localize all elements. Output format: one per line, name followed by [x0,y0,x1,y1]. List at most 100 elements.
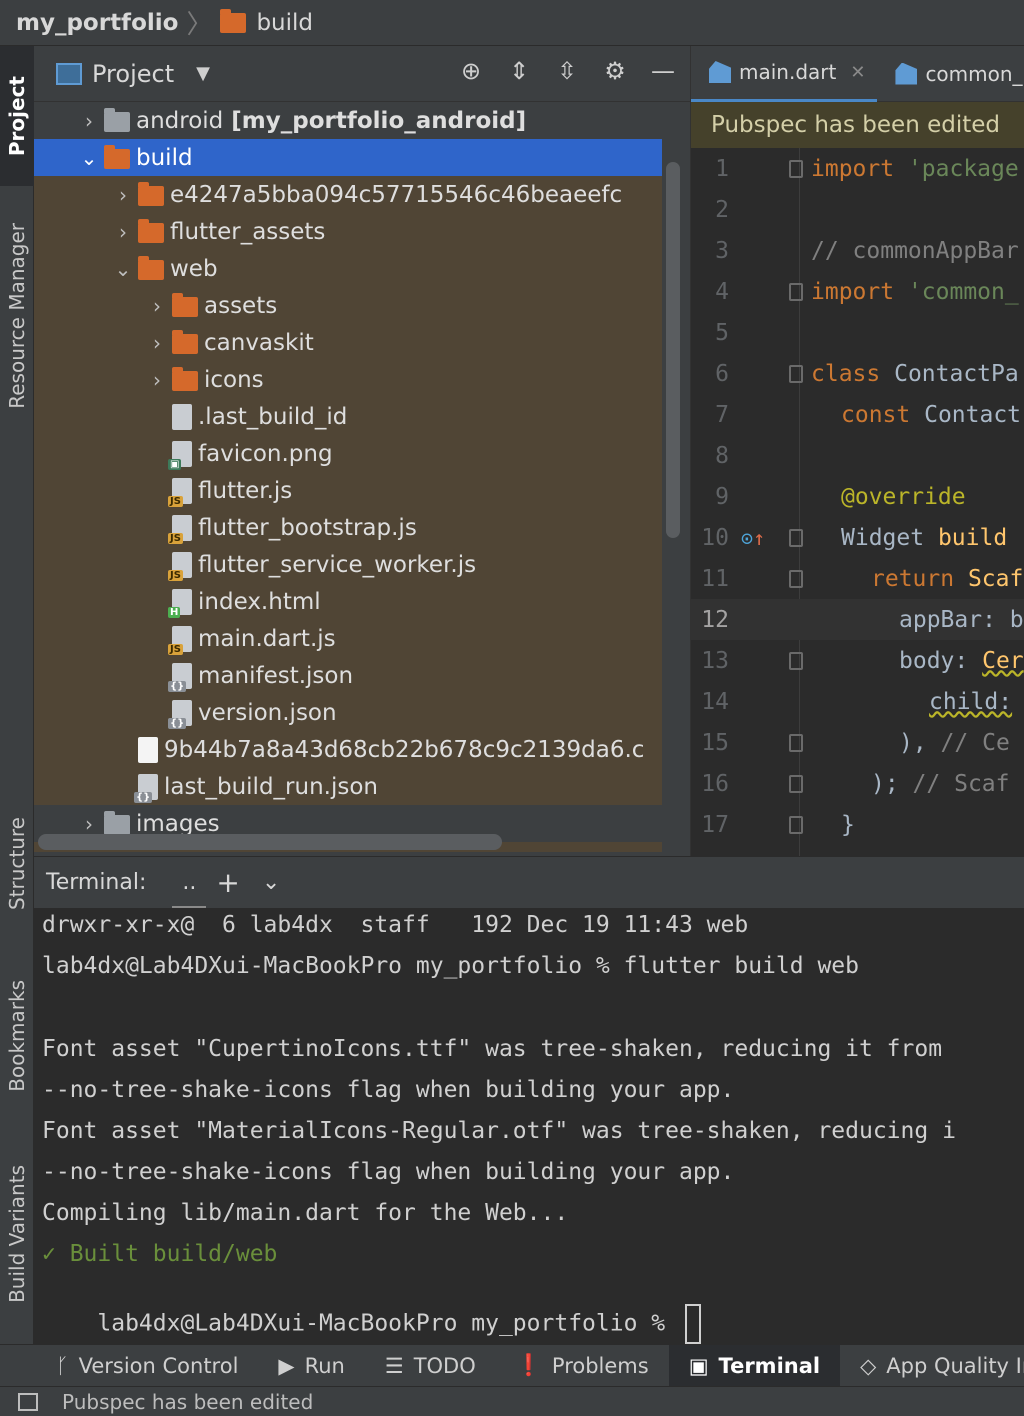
stripe-tab-resource-manager[interactable]: Resource Manager [0,196,34,436]
tree-item-web[interactable]: ⌄ web [34,250,662,287]
stripe-tab-project[interactable]: Project [0,46,34,186]
tree-item-suffix: [my_portfolio_android] [231,107,527,134]
tree-item-label: canvaskit [204,329,314,356]
tree-item-flutter-bootstrap-js[interactable]: JS flutter_bootstrap.js [34,509,662,546]
line-number: 17 [701,811,729,838]
tree-item-manifest-json[interactable]: {} manifest.json [34,657,662,694]
terminal-label: Terminal: [46,870,147,895]
tree-item-flutter-assets[interactable]: › flutter_assets [34,213,662,250]
tree-item-flutter-js[interactable]: JS flutter.js [34,472,662,509]
fold-icon[interactable] [789,774,803,793]
folder-icon [172,292,198,317]
tool-terminal[interactable]: ▣ Terminal [668,1344,841,1387]
status-message[interactable]: Pubspec has been edited [62,1390,313,1414]
folder-icon [138,218,164,243]
code-token: class [811,360,881,387]
stripe-tab-resource-manager-label: Resource Manager [5,223,29,409]
tree-item-label: manifest.json [198,662,354,689]
tree-item-index-html[interactable]: H index.html [34,583,662,620]
tree-item-label: flutter_assets [170,218,326,245]
pubspec-banner: Pubspec has been edited [691,102,1024,148]
text-file-icon [172,403,192,430]
diamond-icon: ◇ [860,1353,877,1378]
tab-common[interactable]: common_ [877,46,1024,102]
fold-icon[interactable] [789,364,803,383]
tree-item-main-dart-js[interactable]: JS main.dart.js [34,620,662,657]
chevron-down-icon[interactable]: ⌄ [262,870,280,895]
line-number: 8 [715,442,729,469]
expand-all-icon[interactable]: ⇕ [504,56,534,86]
terminal-header: Terminal: .. + ⌄ [34,856,1024,909]
gear-icon[interactable]: ⚙ [600,56,630,86]
terminal-line: lab4dx@Lab4DXui-MacBookPro my_portfolio … [42,953,859,979]
hide-icon[interactable]: — [648,56,678,86]
tree-item-hash-folder[interactable]: › e4247a5bba094c57715546c46beaeefc [34,176,662,213]
collapse-all-icon[interactable]: ⇳ [552,56,582,86]
tool-version-control[interactable]: ᚴ Version Control [0,1345,258,1387]
stripe-tab-bookmarks[interactable]: Bookmarks [0,956,34,1116]
tool-label: Terminal [718,1353,821,1378]
tree-item-icons[interactable]: › icons [34,361,662,398]
locate-icon[interactable]: ⊕ [456,56,486,86]
breadcrumb-root[interactable]: my_portfolio [16,10,178,36]
tool-run[interactable]: ▶ Run [258,1345,364,1387]
fold-icon[interactable] [789,282,803,301]
chevron-right-icon[interactable]: › [112,183,134,207]
fold-icon[interactable] [789,569,803,588]
fold-icon[interactable] [789,651,803,670]
toggle-tool-windows-icon[interactable] [18,1392,38,1411]
chevron-right-icon[interactable]: › [78,109,100,133]
status-bar: Pubspec has been edited [0,1386,1024,1416]
tree-item-favicon[interactable]: ▣ favicon.png [34,435,662,472]
tree-item-canvaskit[interactable]: › canvaskit [34,324,662,361]
tree-item-hash-file[interactable]: 9b44b7a8a43d68cb22b678c9c2139da6.c [34,731,662,768]
chevron-down-icon[interactable]: ⌄ [78,146,100,170]
tree-horizontal-scrollbar[interactable] [38,834,502,850]
chevron-right-icon[interactable]: › [146,294,168,318]
tree-item-flutter-service-worker-js[interactable]: JS flutter_service_worker.js [34,546,662,583]
add-terminal-icon[interactable]: + [216,866,239,899]
dart-file-icon [709,61,731,83]
code-line: 15 ), // Ce [691,722,1024,763]
chevron-right-icon[interactable]: › [146,331,168,355]
tool-todo[interactable]: ☰ TODO [365,1345,496,1387]
tree-item-android[interactable]: › android [my_portfolio_android] [34,102,662,139]
chevron-down-icon[interactable]: ⌄ [112,257,134,281]
chevron-right-icon[interactable]: › [112,220,134,244]
tree-vertical-scrollbar[interactable] [666,162,680,538]
stripe-tab-build-variants-label: Build Variants [5,1165,29,1303]
terminal-cursor[interactable] [684,1304,701,1344]
stripe-tab-build-variants[interactable]: Build Variants [0,1144,34,1324]
breadcrumb-current[interactable]: build [220,8,313,36]
tree-item-assets[interactable]: › assets [34,287,662,324]
tool-problems[interactable]: ❗ Problems [496,1345,669,1387]
stripe-tab-structure[interactable]: Structure [0,794,34,934]
tree-item-last-build-run-json[interactable]: {} last_build_run.json [34,768,662,805]
code-area[interactable]: 1 import 'package 2 3 // commonAppBar 4 … [691,148,1024,856]
chevron-down-icon[interactable]: ▼ [196,63,210,84]
tree-item-version-json[interactable]: {} version.json [34,694,662,731]
fold-icon[interactable] [789,159,803,178]
fold-icon[interactable] [789,733,803,752]
line-number: 6 [715,360,729,387]
fold-icon[interactable] [789,815,803,834]
fold-icon[interactable] [789,528,803,547]
terminal-session-tab[interactable]: .. [172,870,207,909]
project-panel-title[interactable]: Project [92,60,174,88]
override-marker-icon[interactable]: ⊙↑ [741,526,765,550]
project-panel: Project ▼ ⊕ ⇕ ⇳ ⚙ — › android [my_portfo… [34,46,690,856]
tree-item-build[interactable]: ⌄ build [34,139,662,176]
js-file-icon: JS [168,551,192,581]
tab-main-dart[interactable]: main.dart ✕ [691,46,878,102]
code-token: // commonAppBar [811,237,1019,264]
tree-item-label: icons [204,366,264,393]
close-icon[interactable]: ✕ [850,62,865,83]
tool-app-quality-insights[interactable]: ◇ App Quality Insi [840,1345,1024,1387]
js-file-icon: JS [168,477,192,507]
terminal-output[interactable]: drwxr-xr-x@ 6 lab4dx staff 192 Dec 19 11… [34,908,1024,1344]
chevron-right-icon[interactable]: › [78,812,100,836]
tree-item-last-build-id[interactable]: .last_build_id [34,398,662,435]
chevron-right-icon[interactable]: › [146,368,168,392]
code-token: import [811,278,895,305]
line-number: 9 [715,483,729,510]
